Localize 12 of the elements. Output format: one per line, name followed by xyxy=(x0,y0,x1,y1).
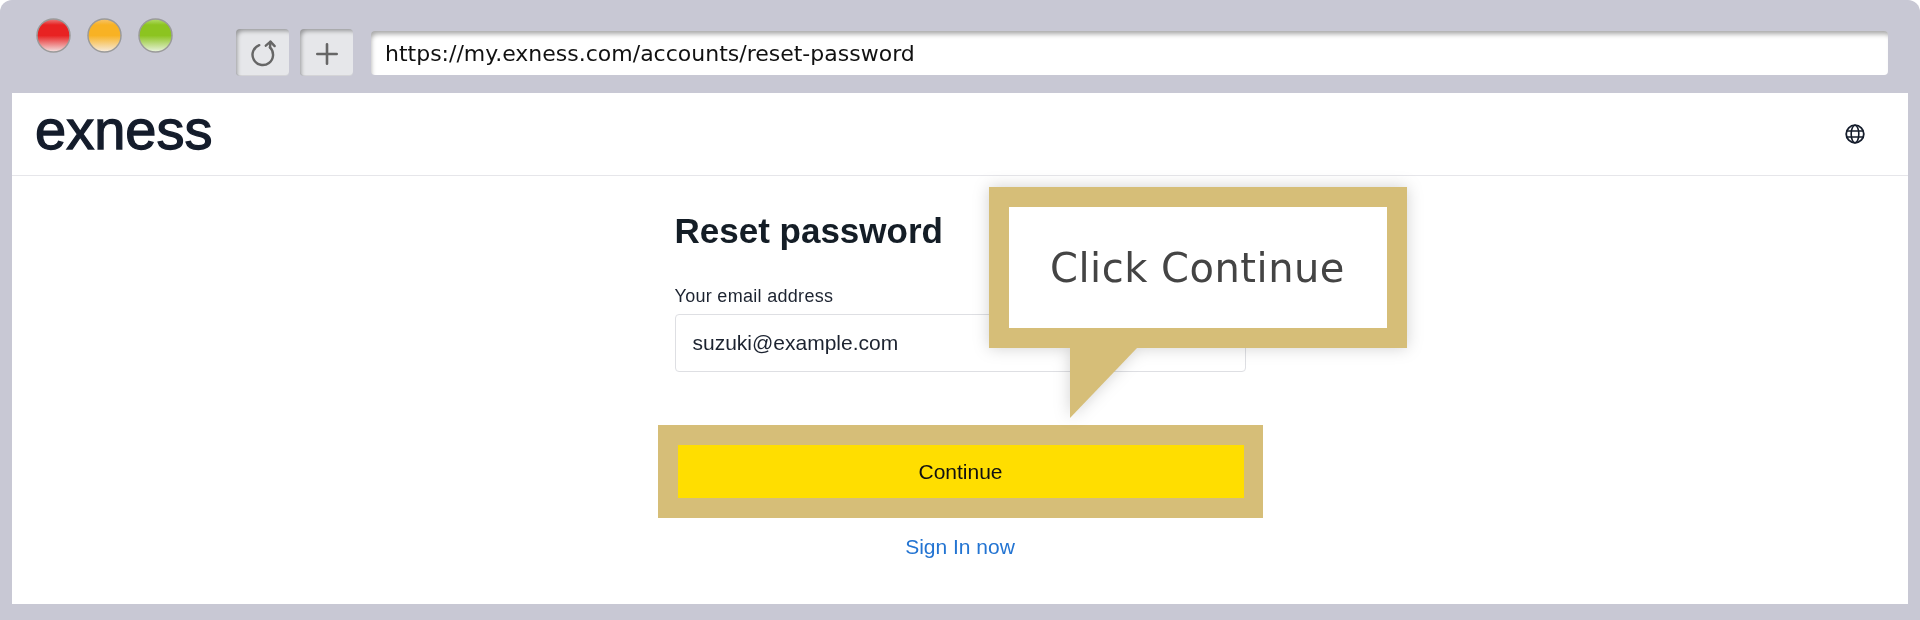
address-bar[interactable]: https://my.exness.com/accounts/reset-password xyxy=(371,31,1888,75)
continue-button[interactable]: Continue xyxy=(677,445,1244,498)
sign-in-link[interactable]: Sign In now xyxy=(905,534,1015,560)
field-label: Your email address xyxy=(674,285,834,307)
plus-icon xyxy=(315,43,338,65)
callout-text: Click Continue xyxy=(1050,244,1345,291)
page-title: Reset password xyxy=(674,210,943,252)
reload-button[interactable] xyxy=(236,29,289,76)
window-close-icon[interactable] xyxy=(36,18,71,53)
new-tab-button[interactable] xyxy=(300,29,353,76)
globe-icon[interactable] xyxy=(1845,124,1865,144)
logo[interactable]: exness xyxy=(35,100,213,160)
